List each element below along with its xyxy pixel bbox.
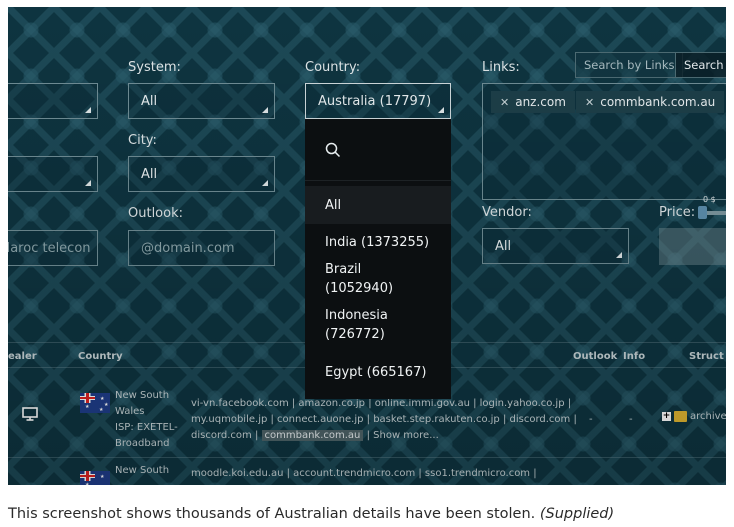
chevron-down-icon [262, 180, 268, 186]
close-icon[interactable]: ✕ [585, 96, 594, 109]
show-more-link[interactable]: | Show more... [367, 430, 439, 441]
link-chip-label: anz.com [515, 95, 566, 109]
link-highlight[interactable]: commbank.com.au [261, 430, 364, 441]
chevron-down-icon [85, 180, 91, 186]
city-select[interactable]: All [128, 156, 275, 192]
price-min-value: 0 $ [703, 195, 716, 204]
system-label: System: [128, 60, 181, 75]
row-struct[interactable]: + archive [662, 411, 726, 422]
search-by-links-button[interactable]: Search by Links [575, 52, 684, 78]
dropdown-option-indonesia[interactable]: Indonesia (726772) [305, 297, 425, 353]
vendor-select-value: All [495, 238, 512, 254]
link-chip-anz[interactable]: ✕ anz.com [491, 91, 575, 113]
link-chip-commbank[interactable]: ✕ commbank.com.au [576, 91, 725, 113]
outlook-input-placeholder: @domain.com [141, 240, 235, 256]
outlook-input[interactable]: @domain.com [128, 230, 275, 266]
city-select-value: All [141, 166, 158, 182]
dropdown-option-label: Indonesia (726772) [325, 308, 388, 342]
divider [8, 457, 726, 458]
table-row[interactable]: ★ ★ New South moodle.koi.edu.au | accoun… [8, 459, 726, 485]
dropdown-option-label: All [325, 197, 342, 213]
search-button[interactable]: Search b [675, 52, 726, 78]
struct-label: archive [690, 411, 726, 422]
col-dealer: ealer [8, 351, 37, 362]
row-region: New South Wales ISP: EXETEL- Broadband [115, 390, 178, 449]
dropdown-option-egypt[interactable]: Egypt (665167) [305, 353, 451, 391]
price-input[interactable] [659, 228, 726, 265]
country-select[interactable]: Australia (17797) [305, 83, 451, 119]
australia-flag-icon: ★ ★ ★ ★ [80, 393, 110, 413]
row-region: New South [115, 465, 170, 476]
monitor-icon [22, 407, 38, 421]
close-icon[interactable]: ✕ [500, 96, 509, 109]
links-label: Links: [482, 60, 520, 75]
left-filter-2[interactable] [8, 156, 98, 192]
row-outlook: - [589, 414, 593, 425]
australia-flag-icon: ★ ★ [80, 471, 110, 485]
caption-text: This screenshot shows thousands of Austr… [8, 506, 536, 522]
dropdown-search[interactable] [305, 119, 451, 181]
price-label: Price: [659, 205, 696, 220]
isp-filter-value: Maroc telecon [8, 240, 91, 256]
dropdown-option-label: Brazil (1052940) [325, 262, 394, 296]
col-struct: Struct [689, 351, 724, 362]
link-chip-label: commbank.com.au [600, 95, 716, 109]
dropdown-option-label: Egypt (665167) [325, 364, 427, 380]
row-links: vi-vn.facebook.com | amazon.co.jp | onli… [191, 398, 577, 441]
search-icon [325, 142, 341, 157]
dropdown-option-label: India (1373255) [325, 235, 430, 250]
vendor-select[interactable]: All [482, 228, 629, 264]
chevron-down-icon [85, 107, 91, 113]
col-info: Info [623, 351, 646, 362]
isp-filter[interactable]: Maroc telecon [8, 230, 98, 266]
row-links: moodle.koi.edu.au | account.trendmicro.c… [191, 468, 537, 479]
col-country: Country [78, 351, 123, 362]
left-filter-1[interactable] [8, 83, 98, 119]
system-select[interactable]: All [128, 83, 275, 119]
folder-icon [674, 411, 687, 422]
system-select-value: All [141, 93, 158, 109]
country-label: Country: [305, 60, 361, 75]
city-label: City: [128, 133, 157, 148]
country-dropdown: All India (1373255) Brazil (1052940) Ind… [305, 119, 451, 399]
col-outlook: Outlook [573, 351, 618, 362]
caption: This screenshot shows thousands of Austr… [8, 506, 614, 522]
plus-icon[interactable]: + [662, 412, 671, 421]
chevron-down-icon [616, 252, 622, 258]
vendor-label: Vendor: [482, 205, 532, 220]
outlook-label: Outlook: [128, 206, 183, 221]
chevron-down-icon [262, 107, 268, 113]
dropdown-option-brazil[interactable]: Brazil (1052940) [305, 261, 451, 297]
caption-source: (Supplied) [539, 506, 615, 522]
screenshot-frame: Maroc telecon System: All City: All Outl… [8, 7, 726, 485]
row-info: - [629, 414, 633, 425]
dropdown-option-india[interactable]: India (1373255) [305, 224, 451, 261]
country-select-value: Australia (17797) [318, 93, 432, 109]
dropdown-option-all[interactable]: All [305, 186, 451, 224]
price-slider-handle[interactable] [698, 206, 707, 219]
chevron-down-icon [438, 107, 444, 113]
